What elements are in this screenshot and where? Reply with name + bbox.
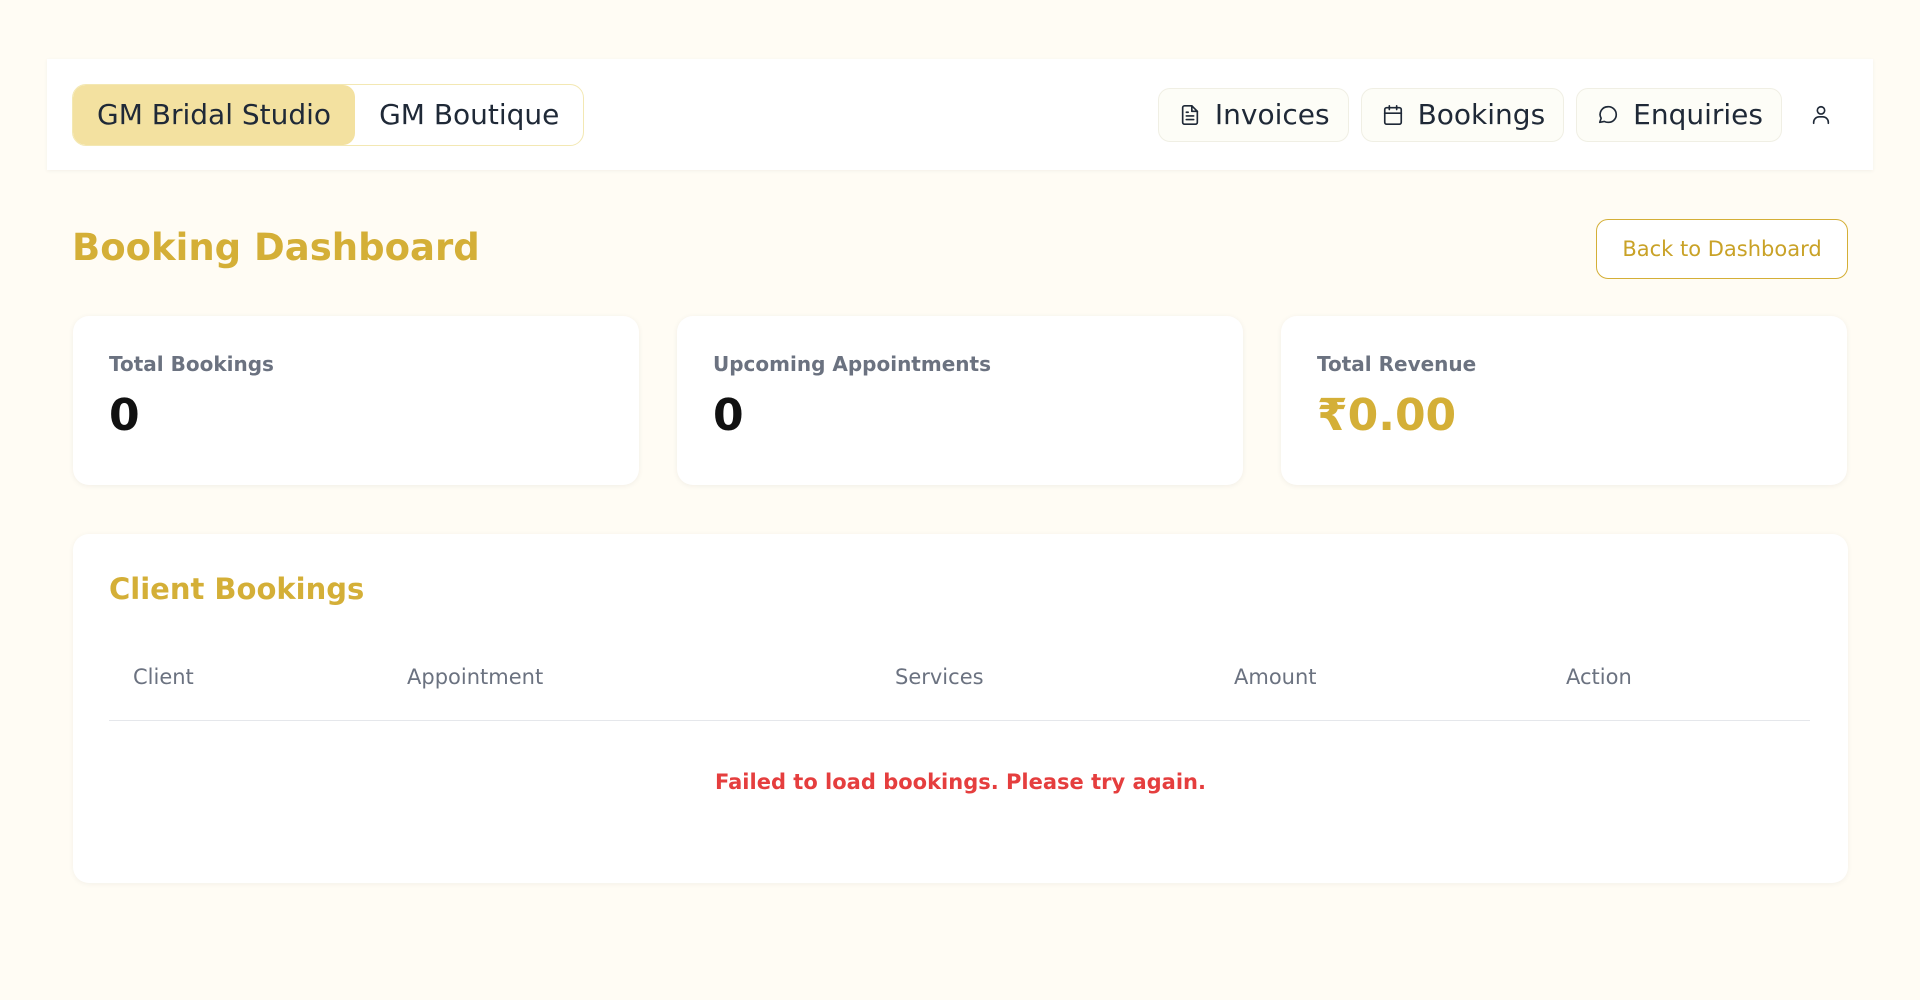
enquiries-button[interactable]: Enquiries bbox=[1576, 87, 1782, 142]
stat-label: Total Revenue bbox=[1317, 352, 1477, 376]
page-title: Booking Dashboard bbox=[72, 226, 480, 269]
table-header: Client Appointment Services Amount Actio… bbox=[109, 665, 1810, 721]
studio-switch: GM Bridal Studio GM Boutique bbox=[72, 83, 585, 146]
stat-value: ₹0.00 bbox=[1317, 390, 1457, 441]
user-profile-button[interactable] bbox=[1794, 88, 1848, 142]
stat-label: Total Bookings bbox=[109, 352, 274, 376]
client-bookings-panel: Client Bookings Client Appointment Servi… bbox=[73, 534, 1848, 883]
stat-label: Upcoming Appointments bbox=[713, 352, 991, 376]
invoices-button[interactable]: Invoices bbox=[1157, 87, 1349, 142]
column-header-amount: Amount bbox=[1234, 665, 1317, 689]
top-navbar: GM Bridal Studio GM Boutique Invoices Bo… bbox=[47, 59, 1873, 170]
error-message: Failed to load bookings. Please try agai… bbox=[715, 770, 1206, 794]
stat-value: 0 bbox=[109, 390, 140, 441]
invoices-label: Invoices bbox=[1214, 98, 1330, 131]
bookings-label: Bookings bbox=[1417, 98, 1546, 131]
studio-tab-boutique[interactable]: GM Boutique bbox=[355, 85, 583, 145]
back-to-dashboard-button[interactable]: Back to Dashboard bbox=[1596, 219, 1848, 279]
user-icon bbox=[1812, 105, 1830, 124]
nav-links: Invoices Bookings Enquiries bbox=[1157, 87, 1848, 142]
column-header-client: Client bbox=[133, 665, 194, 689]
total-revenue-card: Total Revenue ₹0.00 bbox=[1281, 316, 1847, 485]
enquiries-label: Enquiries bbox=[1633, 98, 1763, 131]
bookings-button[interactable]: Bookings bbox=[1360, 87, 1565, 142]
total-bookings-card: Total Bookings 0 bbox=[73, 316, 639, 485]
chat-bubble-icon bbox=[1599, 105, 1618, 123]
section-title: Client Bookings bbox=[109, 572, 365, 606]
stat-value: 0 bbox=[713, 390, 744, 441]
document-icon bbox=[1181, 104, 1199, 125]
column-header-services: Services bbox=[895, 665, 984, 689]
calendar-icon bbox=[1383, 104, 1402, 125]
upcoming-appointments-card: Upcoming Appointments 0 bbox=[677, 316, 1243, 485]
studio-tab-bridal[interactable]: GM Bridal Studio bbox=[73, 84, 356, 145]
column-header-action: Action bbox=[1566, 665, 1632, 689]
column-header-appointment: Appointment bbox=[407, 665, 544, 689]
